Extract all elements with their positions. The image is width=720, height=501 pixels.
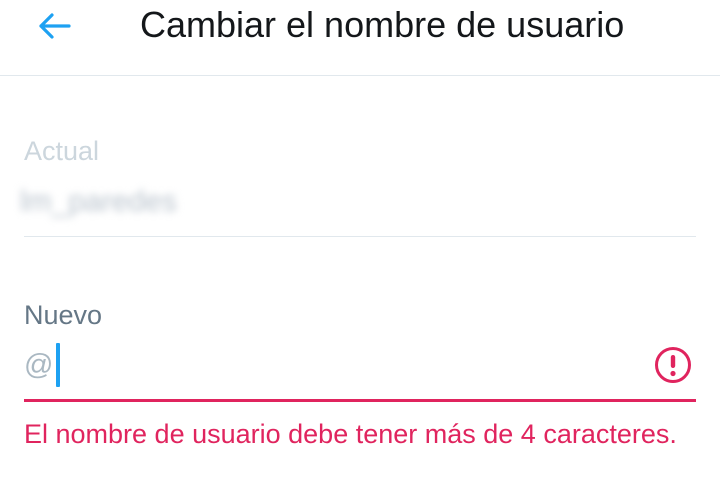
- app-header: Cambiar el nombre de usuario: [0, 0, 720, 76]
- new-field-underline-error: [24, 399, 696, 402]
- current-field-underline: [24, 236, 696, 237]
- new-username-input[interactable]: [52, 342, 642, 388]
- text-caret: [56, 343, 60, 387]
- current-username-value: lm_paredes: [20, 185, 177, 218]
- error-message: El nombre de usuario debe tener más de 4…: [24, 419, 677, 449]
- current-username-label: Actual: [24, 136, 100, 166]
- page-title: Cambiar el nombre de usuario: [140, 4, 625, 45]
- arrow-left-icon: [39, 13, 71, 39]
- new-username-label: Nuevo: [24, 300, 103, 330]
- at-prefix: @: [24, 349, 54, 381]
- back-button[interactable]: [30, 6, 78, 46]
- exclamation-circle-icon: [655, 347, 691, 383]
